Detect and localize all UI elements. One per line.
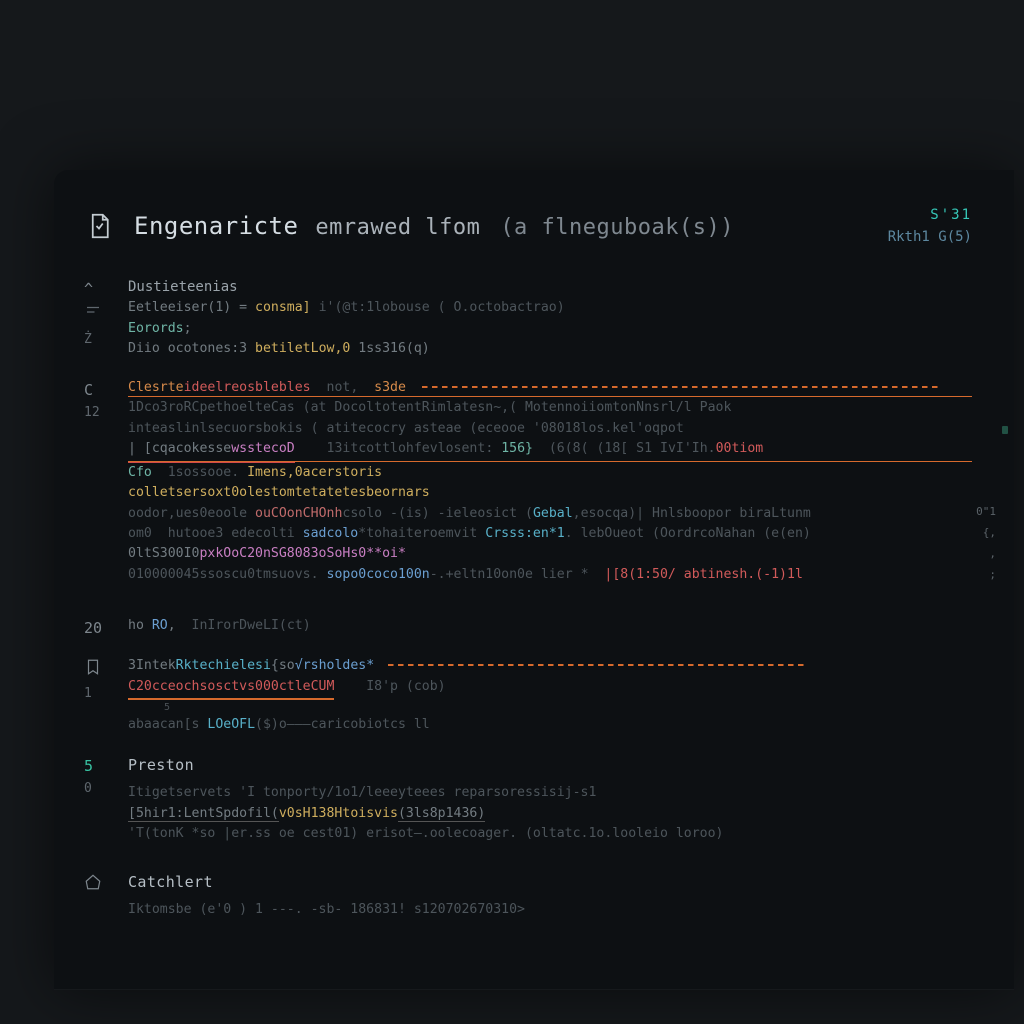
section-bookmark: 1 3IntekRktechielesi{so√rsholdes* C20cce…	[84, 656, 972, 736]
code-line[interactable]: inteaslinlsecuorsbokis ( atitecocry aste…	[128, 419, 972, 439]
right-gutter-marks: 0"1 {, , ;	[976, 502, 996, 586]
code-line[interactable]: 'T(tonK *so |er.ss oe cest01) erisot—.oo…	[128, 824, 972, 844]
code-line[interactable]: ho RO, InIrorDweLI(ct)	[128, 616, 972, 636]
code-line[interactable]: Diio ocotones:3 betiletLow,0 1ss316(q)	[128, 339, 972, 359]
gutter-number: 20	[84, 616, 128, 638]
code-line[interactable]: 1Dco3roRCpethoelteCas (at DocoltotentRim…	[128, 398, 972, 418]
code-line[interactable]: [5hir1:LentSpdofil(v0sH138Htoisvis(3ls8p…	[128, 804, 972, 824]
code-line[interactable]: colletsersoxt0olestomtetatetesbeornars	[128, 483, 972, 503]
code-line[interactable]: 5	[128, 700, 972, 716]
page-title: Engenaricte emrawed lfom (a flneguboak(s…	[134, 212, 888, 240]
code-line[interactable]: Iktomsbe (e'0 ) 1 ---. -sb- 186831! s120…	[128, 900, 972, 920]
section-main-block: C 12 Clesrteideelreosblebles not, s3de 1…	[84, 378, 972, 598]
gutter-number: 0	[84, 780, 128, 798]
code-line[interactable]: | [cqacokessewsstecoD 13itcottlohfevlose…	[128, 439, 972, 462]
code-line[interactable]: om0 hutooe3 edecolti sadcolo*tohaiteroem…	[128, 524, 972, 544]
header: Engenaricte emrawed lfom (a flneguboak(s…	[54, 204, 1014, 271]
header-status: S'31 Rkth1 G(5)	[888, 204, 972, 249]
gutter-letter[interactable]: C	[84, 381, 93, 399]
code-line[interactable]: 3IntekRktechielesi{so√rsholdes*	[128, 656, 972, 676]
code-line[interactable]: 010000045ssoscu0tmsuovs. sopo0coco100n-.…	[128, 565, 972, 585]
code-line[interactable]: Eorords;	[128, 319, 972, 339]
gutter-number: 1	[84, 685, 128, 703]
code-line[interactable]: Cfo 1sossooe. Imens,0acerstoris	[128, 463, 972, 483]
line-marker	[84, 303, 128, 327]
gutter-number: 5	[84, 757, 93, 775]
code-line[interactable]: oodor,ues0eoole ouCOonCHOnhcsolo -(is) -…	[128, 504, 972, 524]
code-line[interactable]: abaacan[s LOeOFL($)o———caricobiotcs ll	[128, 715, 972, 735]
tag-icon[interactable]	[84, 877, 102, 895]
section-return: 20 ho RO, InIrorDweLI(ct)	[84, 616, 972, 638]
section-preston: 5 0 Preston Itigetservets 'I tonporty/1o…	[84, 754, 972, 845]
code-line[interactable]: Eetleeiser(1) = consma] i'(@t:1lobouse (…	[128, 298, 972, 318]
status-badge: S'31	[888, 204, 972, 226]
section-heading: Catchlert	[128, 871, 972, 894]
section-declarations: ^ Ż Dustieteenias Eetleeiser(1) = consma…	[84, 277, 972, 360]
code-line[interactable]: Clesrteideelreosblebles not, s3de	[128, 378, 972, 398]
code-line[interactable]: Itigetservets 'I tonporty/1o1/leeeyteees…	[128, 783, 972, 803]
bookmark-icon[interactable]	[84, 662, 102, 680]
section-label: Dustieteenias	[128, 277, 972, 299]
code-line[interactable]: 0ltS300I0pxkOoC20nSG8083oSoHs0**oi*	[128, 544, 972, 564]
code-line[interactable]: C20cceochsosctvs000ctleCUM I8'p (cob)	[128, 677, 972, 700]
fold-toggle[interactable]: ^ Ż	[84, 277, 128, 348]
section-heading: Preston	[128, 754, 972, 777]
editor-window: 0"1 {, , ; Engenaricte emrawed lfom (a f…	[54, 170, 1014, 990]
document-icon	[84, 211, 114, 241]
gutter-number: 12	[84, 404, 128, 422]
section-catchers: Catchlert Iktomsbe (e'0 ) 1 ---. -sb- 18…	[84, 871, 972, 921]
status-subtitle: Rkth1 G(5)	[888, 226, 972, 248]
minimap-marker	[1002, 426, 1008, 434]
